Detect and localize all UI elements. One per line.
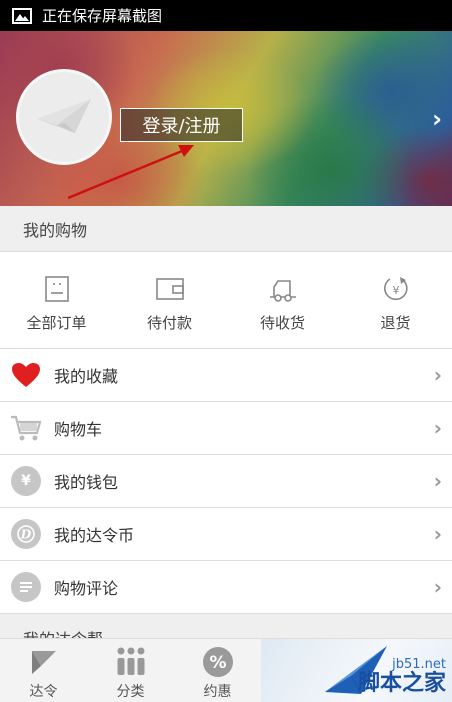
- order-shortcuts: 全部订单 待付款 待收货 ¥ 退货: [0, 252, 452, 349]
- order-unpaid-label: 待付款: [146, 314, 192, 332]
- menu-item-label: 购物评论: [54, 579, 119, 598]
- paper-plane-icon: [37, 99, 91, 133]
- menu-item-favorites[interactable]: 我的收藏 ›: [0, 349, 452, 402]
- nav-label: 分类: [116, 684, 145, 700]
- percent-icon: %: [201, 647, 235, 677]
- menu-item-daling-coins[interactable]: D 我的达令币 ›: [0, 508, 452, 561]
- svg-text:¥: ¥: [392, 284, 399, 297]
- category-icon: [114, 647, 148, 677]
- nav-deals[interactable]: % 约惠: [174, 639, 261, 702]
- shopping-section-title: 我的购物: [0, 206, 452, 252]
- avatar[interactable]: [16, 69, 112, 165]
- nav-category[interactable]: 分类: [87, 639, 174, 702]
- chevron-right-icon: ›: [433, 522, 442, 546]
- heart-icon: [10, 359, 42, 391]
- order-refund-button[interactable]: ¥ 退货: [339, 252, 452, 348]
- svg-text:%: %: [209, 653, 226, 673]
- nav-daling[interactable]: 达令: [0, 639, 87, 702]
- yen-coin-icon: ¥: [10, 465, 42, 497]
- wallet-icon: [155, 274, 185, 304]
- menu-item-reviews[interactable]: 购物评论 ›: [0, 561, 452, 614]
- header-chevron-icon[interactable]: ›: [432, 105, 442, 133]
- nav-label: 达令: [29, 684, 58, 700]
- d-coin-icon: D: [10, 518, 42, 550]
- svg-text:D: D: [20, 528, 32, 542]
- order-unpaid-button[interactable]: 待付款: [113, 252, 226, 348]
- menu-item-label: 购物车: [54, 420, 103, 439]
- watermark-name: 脚本之家: [357, 671, 446, 696]
- nav-label: 约惠: [203, 684, 232, 700]
- account-menu-list: 我的收藏 › 购物车 › ¥ 我的钱包 › D 我的达令币 › 购物评论 ›: [0, 349, 452, 614]
- cart-icon: [10, 412, 42, 444]
- truck-icon: [268, 274, 298, 304]
- flag-icon: [27, 647, 61, 677]
- order-refund-label: 退货: [380, 314, 411, 332]
- order-all-label: 全部订单: [26, 314, 87, 332]
- profile-header: 登录/注册 ›: [0, 31, 452, 206]
- watermark-area: jb51.net 脚本之家: [261, 639, 452, 702]
- bottom-nav: 达令 分类 % 约惠 jb51.net 脚本之家: [0, 638, 452, 702]
- menu-item-label: 我的收藏: [54, 367, 119, 386]
- watermark-url: jb51.net: [392, 657, 446, 672]
- all-orders-icon: [42, 274, 72, 304]
- chevron-right-icon: ›: [433, 575, 442, 599]
- login-register-button[interactable]: 登录/注册: [120, 108, 243, 142]
- menu-item-cart[interactable]: 购物车 ›: [0, 402, 452, 455]
- watermark: jb51.net 脚本之家: [358, 657, 446, 696]
- comment-icon: [10, 571, 42, 603]
- chevron-right-icon: ›: [433, 416, 442, 440]
- chevron-right-icon: ›: [433, 363, 442, 387]
- chevron-right-icon: ›: [433, 469, 442, 493]
- order-to-receive-button[interactable]: 待收货: [226, 252, 339, 348]
- menu-item-label: 我的钱包: [54, 473, 119, 492]
- order-to-receive-label: 待收货: [259, 314, 305, 332]
- menu-item-wallet[interactable]: ¥ 我的钱包 ›: [0, 455, 452, 508]
- refund-icon: ¥: [381, 274, 411, 304]
- menu-item-label: 我的达令币: [54, 526, 135, 545]
- picture-icon: [12, 7, 32, 24]
- status-bar: 正在保存屏幕截图: [0, 0, 452, 31]
- status-text: 正在保存屏幕截图: [42, 7, 163, 25]
- order-all-button[interactable]: 全部订单: [0, 252, 113, 348]
